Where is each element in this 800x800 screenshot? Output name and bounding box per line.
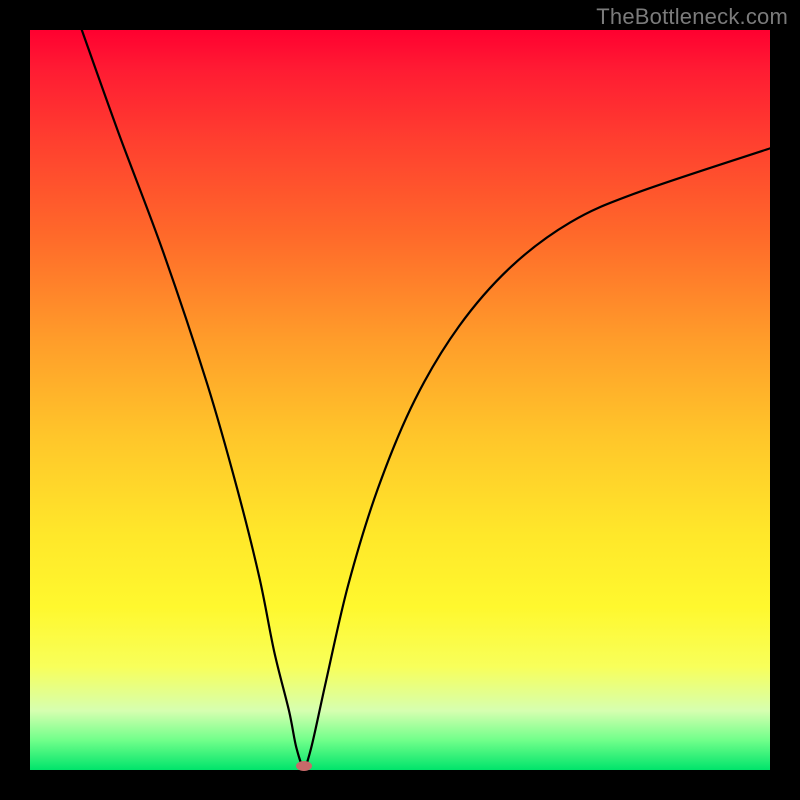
watermark-text: TheBottleneck.com (596, 4, 788, 30)
chart-frame: TheBottleneck.com (0, 0, 800, 800)
curve-svg (30, 30, 770, 770)
plot-area (30, 30, 770, 770)
bottleneck-curve-path (82, 30, 770, 766)
min-point-marker (296, 761, 312, 771)
